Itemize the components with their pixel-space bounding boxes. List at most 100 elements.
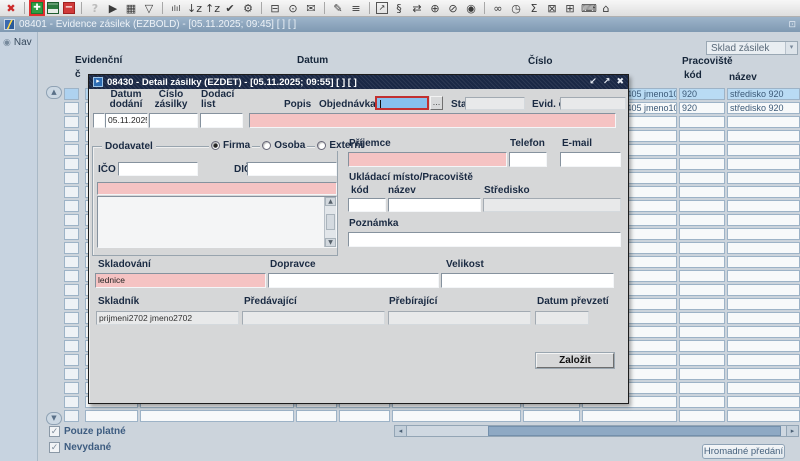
scroll-up-icon[interactable]: ▲: [325, 197, 336, 206]
table-cell[interactable]: [727, 214, 800, 226]
table-cell[interactable]: [727, 270, 800, 282]
eye-icon[interactable]: ◉: [464, 2, 478, 15]
globe-icon[interactable]: ⊕: [428, 2, 442, 15]
dialog-close-icon[interactable]: ✖: [616, 77, 624, 87]
table-cell[interactable]: [727, 172, 800, 184]
table-cell[interactable]: [679, 116, 725, 128]
table-cell[interactable]: [727, 326, 800, 338]
row-selector[interactable]: [64, 340, 79, 352]
ico-field[interactable]: [118, 162, 198, 176]
table-cell[interactable]: [727, 158, 800, 170]
scroll-up-button[interactable]: ▲: [46, 86, 62, 99]
table-cell[interactable]: [523, 410, 580, 422]
table-cell[interactable]: [85, 410, 138, 422]
objednavka-browse-button[interactable]: …: [430, 96, 443, 110]
row-selector[interactable]: [64, 270, 79, 282]
table-cell[interactable]: [679, 256, 725, 268]
dic-field[interactable]: [247, 162, 337, 176]
objednavka-field[interactable]: [375, 96, 429, 110]
radio-firma-dot[interactable]: [211, 141, 220, 150]
window-restore-icon[interactable]: ⊡: [788, 20, 796, 30]
table-cell[interactable]: [679, 410, 725, 422]
sum-icon[interactable]: Σ: [527, 2, 541, 15]
export-icon[interactable]: ↗: [376, 2, 388, 14]
tools-icon[interactable]: ⚙: [241, 2, 255, 15]
table-cell[interactable]: [296, 410, 337, 422]
print-preview-icon[interactable]: ⊙: [286, 2, 300, 15]
table-cell[interactable]: [679, 382, 725, 394]
table-cell[interactable]: [339, 410, 390, 422]
table-cell[interactable]: [679, 130, 725, 142]
row-selector[interactable]: [64, 116, 79, 128]
dialog-titlebar[interactable]: ▸ 08430 - Detail zásilky (EZDET) - [05.1…: [89, 75, 628, 89]
report-icon[interactable]: ⊞: [563, 2, 577, 15]
sidebar-item-nav[interactable]: ◉ Nav: [0, 32, 37, 53]
bulk-handover-button[interactable]: Hromadné předání: [702, 444, 785, 459]
only-valid-checkbox[interactable]: ✓: [49, 426, 60, 437]
row-selector[interactable]: [64, 256, 79, 268]
table-cell[interactable]: [727, 340, 800, 352]
row-selector[interactable]: [64, 326, 79, 338]
keyboard-icon[interactable]: ⌨: [581, 2, 595, 15]
edit-icon[interactable]: ✎: [331, 2, 345, 15]
table-row[interactable]: [85, 410, 800, 422]
table-cell[interactable]: [679, 214, 725, 226]
table-cell[interactable]: [679, 144, 725, 156]
table-cell[interactable]: [727, 312, 800, 324]
window-titlebar[interactable]: 08401 - Evidence zásilek (EZBOLD) - [05.…: [0, 17, 800, 32]
table-cell[interactable]: středisko 920: [727, 102, 800, 114]
row-selector[interactable]: [64, 130, 79, 142]
table-cell[interactable]: [679, 368, 725, 380]
table-cell[interactable]: [679, 354, 725, 366]
row-selector[interactable]: [64, 312, 79, 324]
row-selector[interactable]: [64, 368, 79, 380]
table-cell[interactable]: [727, 200, 800, 212]
row-selector[interactable]: [64, 102, 79, 114]
dodaci-list-field[interactable]: [200, 113, 243, 128]
sort-desc-icon[interactable]: ↓z: [187, 2, 201, 15]
table-cell[interactable]: [679, 284, 725, 296]
table-cell[interactable]: [679, 228, 725, 240]
table-cell[interactable]: [582, 410, 677, 422]
row-selector[interactable]: [64, 298, 79, 310]
kod-field[interactable]: [348, 198, 386, 212]
add-icon[interactable]: ✚: [31, 2, 43, 14]
dialog-minimize-icon[interactable]: ↙: [589, 77, 597, 87]
print-icon[interactable]: ⊟: [268, 2, 282, 15]
supplier-name-field[interactable]: [97, 182, 337, 195]
row-selector[interactable]: [64, 228, 79, 240]
table-cell[interactable]: [727, 242, 800, 254]
row-selector[interactable]: [64, 200, 79, 212]
chevron-down-icon[interactable]: ▾: [785, 42, 797, 54]
cislo-zasilky-field[interactable]: [149, 113, 198, 128]
row-selector[interactable]: [64, 284, 79, 296]
table-cell[interactable]: [727, 284, 800, 296]
textarea-scrollbar[interactable]: ▲ ▼: [324, 197, 336, 247]
table-cell[interactable]: 920: [679, 88, 725, 100]
table-cell[interactable]: [392, 410, 521, 422]
textarea-scroll-thumb[interactable]: [326, 214, 335, 230]
dialog-maximize-icon[interactable]: ↗: [603, 77, 611, 87]
prijemce-field[interactable]: [348, 152, 507, 167]
scrollbar-thumb[interactable]: [488, 426, 781, 436]
table-cell[interactable]: [727, 354, 800, 366]
table-cell[interactable]: [727, 410, 800, 422]
table-cell[interactable]: [727, 256, 800, 268]
compass-icon[interactable]: ⊘: [446, 2, 460, 15]
horizontal-scrollbar[interactable]: ◂ ▸: [394, 425, 799, 437]
row-selector[interactable]: [64, 354, 79, 366]
table-cell[interactable]: středisko 920: [727, 88, 800, 100]
compare-icon[interactable]: ⇄: [410, 2, 424, 15]
table-cell[interactable]: [679, 200, 725, 212]
table-cell[interactable]: [679, 312, 725, 324]
popis-field[interactable]: [249, 113, 616, 128]
table-cell[interactable]: [727, 144, 800, 156]
radio-osoba-dot[interactable]: [262, 141, 271, 150]
radio-externi-dot[interactable]: [317, 141, 326, 150]
telefon-field[interactable]: [509, 152, 547, 167]
row-selector[interactable]: [64, 88, 79, 100]
supplier-address-textarea[interactable]: ▲ ▼: [97, 196, 337, 248]
table-cell[interactable]: [679, 242, 725, 254]
delete-icon[interactable]: −: [63, 2, 75, 14]
table-cell[interactable]: [727, 298, 800, 310]
